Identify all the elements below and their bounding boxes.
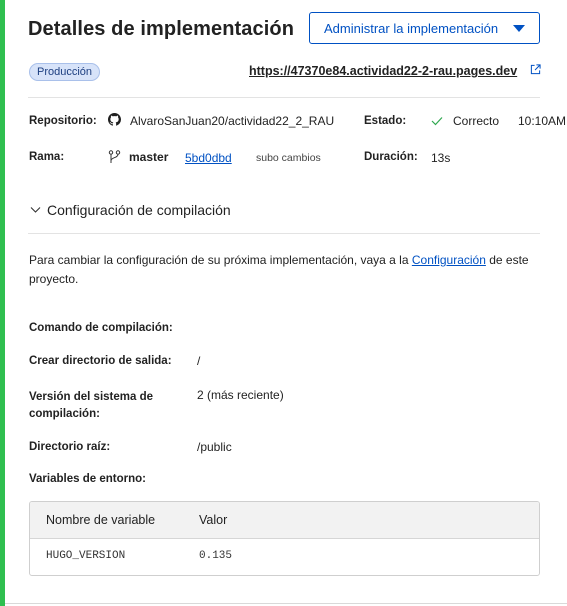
environment-badge: Producción	[29, 63, 101, 81]
page-title: Detalles de implementación	[28, 18, 295, 40]
branch-label: Rama:	[29, 151, 65, 163]
build-config-description: Para cambiar la configuración de su próx…	[29, 251, 549, 289]
repository-link[interactable]: AlvaroSanJuan20/actividad22_2_RAU	[130, 114, 334, 128]
env-vars-table: Nombre de variable Valor HUGO_VERSION 0.…	[29, 501, 540, 576]
status-time: 10:10AM	[518, 114, 567, 128]
external-link-icon[interactable]	[530, 64, 541, 75]
check-icon	[431, 117, 443, 126]
caret-down-icon	[513, 25, 525, 32]
system-version-value: 2 (más reciente)	[197, 388, 284, 402]
manage-deployment-button[interactable]: Administrar la implementación	[309, 12, 540, 44]
divider	[28, 97, 540, 98]
chevron-down-icon	[30, 207, 41, 213]
column-header-name: Nombre de variable	[46, 513, 156, 527]
status-value: Correcto	[453, 114, 500, 128]
env-var-value: 0.135	[199, 550, 233, 562]
manage-deployment-label: Administrar la implementación	[324, 20, 499, 36]
table-header: Nombre de variable Valor	[30, 502, 539, 539]
github-icon	[108, 113, 121, 126]
commit-message: subo cambios	[256, 152, 321, 164]
repository-label: Repositorio:	[29, 115, 97, 127]
card-bottom-border	[5, 603, 567, 604]
system-version-label: Versión del sistema de compilación:	[29, 391, 154, 420]
settings-link[interactable]: Configuración	[412, 253, 486, 267]
root-dir-label: Directorio raíz:	[29, 441, 111, 453]
column-header-value: Valor	[199, 513, 228, 527]
build-command-label: Comando de compilación:	[29, 322, 173, 334]
env-vars-label: Variables de entorno:	[29, 473, 146, 485]
divider	[28, 233, 540, 234]
root-dir-value: /public	[197, 440, 232, 454]
status-label: Estado:	[364, 115, 407, 127]
commit-hash-link[interactable]: 5bd0dbd	[185, 151, 232, 165]
env-var-name: HUGO_VERSION	[46, 550, 126, 562]
duration-value: 13s	[431, 151, 451, 165]
description-text-before: Para cambiar la configuración de su próx…	[29, 253, 412, 267]
branch-value: master	[129, 150, 169, 164]
deployment-url-link[interactable]: https://47370e84.actividad22-2-rau.pages…	[249, 64, 517, 78]
output-dir-value: /	[197, 354, 201, 368]
build-config-toggle[interactable]: Configuración de compilación	[30, 202, 231, 218]
git-branch-icon	[108, 150, 121, 163]
duration-label: Duración:	[364, 151, 418, 163]
build-config-title: Configuración de compilación	[47, 202, 231, 218]
output-dir-label: Crear directorio de salida:	[29, 355, 172, 367]
